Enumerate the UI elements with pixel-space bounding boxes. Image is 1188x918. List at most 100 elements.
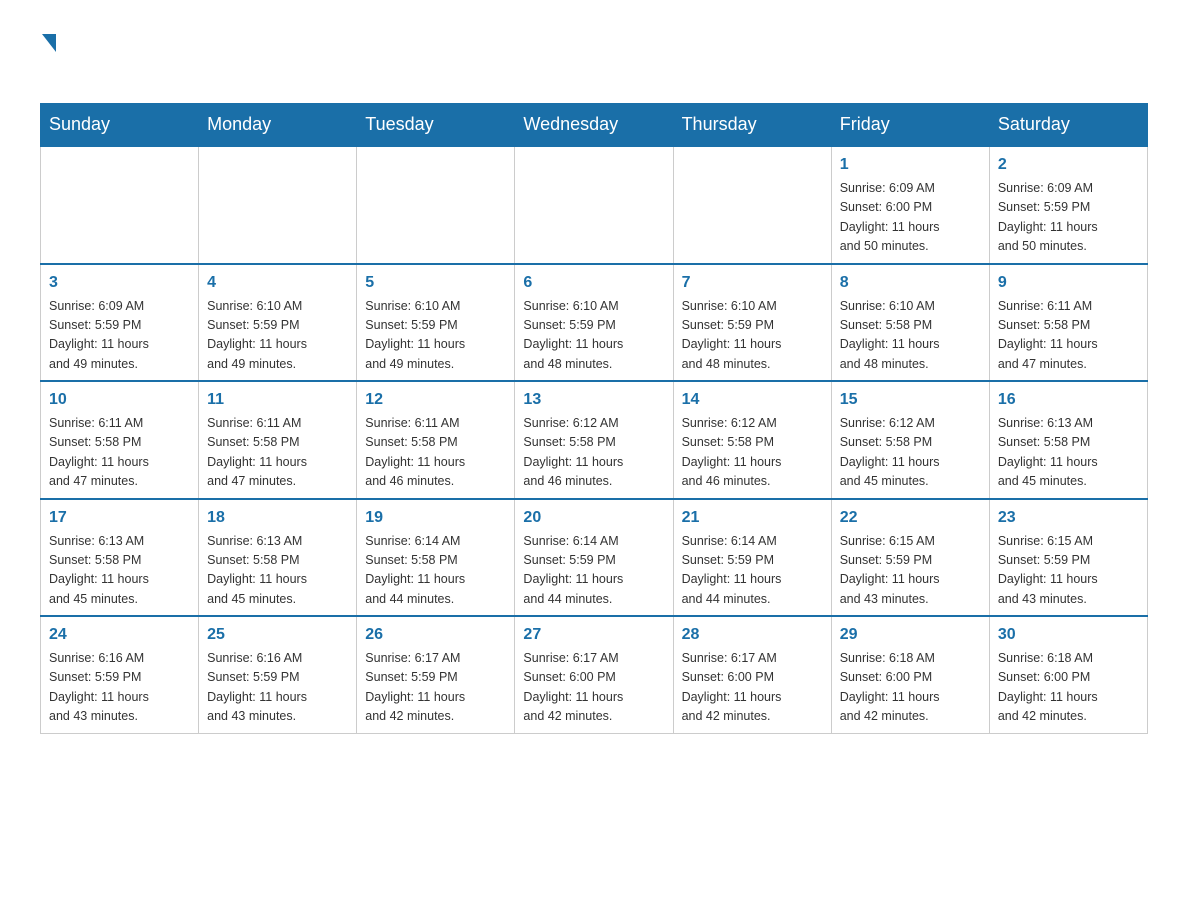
day-number: 9 xyxy=(998,271,1139,295)
calendar-cell: 9Sunrise: 6:11 AMSunset: 5:58 PMDaylight… xyxy=(989,264,1147,382)
day-info: Sunrise: 6:12 AMSunset: 5:58 PMDaylight:… xyxy=(523,414,664,492)
day-info: Sunrise: 6:15 AMSunset: 5:59 PMDaylight:… xyxy=(840,532,981,610)
day-info: Sunrise: 6:13 AMSunset: 5:58 PMDaylight:… xyxy=(207,532,348,610)
calendar-cell: 25Sunrise: 6:16 AMSunset: 5:59 PMDayligh… xyxy=(199,616,357,733)
calendar-cell: 13Sunrise: 6:12 AMSunset: 5:58 PMDayligh… xyxy=(515,381,673,499)
calendar-cell xyxy=(199,146,357,264)
calendar-cell: 4Sunrise: 6:10 AMSunset: 5:59 PMDaylight… xyxy=(199,264,357,382)
day-number: 12 xyxy=(365,388,506,412)
calendar-cell: 17Sunrise: 6:13 AMSunset: 5:58 PMDayligh… xyxy=(41,499,199,617)
column-header-monday: Monday xyxy=(199,104,357,147)
calendar-cell: 27Sunrise: 6:17 AMSunset: 6:00 PMDayligh… xyxy=(515,616,673,733)
calendar-cell: 3Sunrise: 6:09 AMSunset: 5:59 PMDaylight… xyxy=(41,264,199,382)
column-header-thursday: Thursday xyxy=(673,104,831,147)
calendar-cell xyxy=(41,146,199,264)
calendar-cell: 21Sunrise: 6:14 AMSunset: 5:59 PMDayligh… xyxy=(673,499,831,617)
logo-arrow-icon xyxy=(42,34,56,52)
calendar-cell: 6Sunrise: 6:10 AMSunset: 5:59 PMDaylight… xyxy=(515,264,673,382)
day-number: 25 xyxy=(207,623,348,647)
calendar-cell: 19Sunrise: 6:14 AMSunset: 5:58 PMDayligh… xyxy=(357,499,515,617)
day-number: 29 xyxy=(840,623,981,647)
day-info: Sunrise: 6:12 AMSunset: 5:58 PMDaylight:… xyxy=(682,414,823,492)
day-info: Sunrise: 6:14 AMSunset: 5:59 PMDaylight:… xyxy=(682,532,823,610)
column-header-sunday: Sunday xyxy=(41,104,199,147)
day-info: Sunrise: 6:16 AMSunset: 5:59 PMDaylight:… xyxy=(49,649,190,727)
calendar-cell: 23Sunrise: 6:15 AMSunset: 5:59 PMDayligh… xyxy=(989,499,1147,617)
day-number: 4 xyxy=(207,271,348,295)
calendar-cell: 26Sunrise: 6:17 AMSunset: 5:59 PMDayligh… xyxy=(357,616,515,733)
day-number: 21 xyxy=(682,506,823,530)
day-info: Sunrise: 6:12 AMSunset: 5:58 PMDaylight:… xyxy=(840,414,981,492)
day-number: 13 xyxy=(523,388,664,412)
day-info: Sunrise: 6:18 AMSunset: 6:00 PMDaylight:… xyxy=(998,649,1139,727)
day-number: 26 xyxy=(365,623,506,647)
day-info: Sunrise: 6:17 AMSunset: 6:00 PMDaylight:… xyxy=(523,649,664,727)
day-number: 5 xyxy=(365,271,506,295)
week-row-4: 17 Sunrise: 6:13 AMSunset: 5:58 PMDayligh… xyxy=(41,499,1148,617)
day-info: Sunrise: 6:14 AMSunset: 5:58 PMDaylight:… xyxy=(365,532,506,610)
calendar-header-row: SundayMondayTuesdayWednesdayThursdayFrid… xyxy=(41,104,1148,147)
calendar-cell xyxy=(515,146,673,264)
day-info: Sunrise: 6:10 AMSunset: 5:59 PMDaylight:… xyxy=(365,297,506,375)
day-number: 2 xyxy=(998,153,1139,177)
day-number: 15 xyxy=(840,388,981,412)
calendar-cell: 15Sunrise: 6:12 AMSunset: 5:58 PMDayligh… xyxy=(831,381,989,499)
calendar-cell: 10Sunrise: 6:11 AMSunset: 5:58 PMDayligh… xyxy=(41,381,199,499)
calendar-cell: 8Sunrise: 6:10 AMSunset: 5:58 PMDaylight… xyxy=(831,264,989,382)
day-number: 16 xyxy=(998,388,1139,412)
calendar-cell: 29Sunrise: 6:18 AMSunset: 6:00 PMDayligh… xyxy=(831,616,989,733)
day-info: Sunrise: 6:10 AMSunset: 5:58 PMDaylight:… xyxy=(840,297,981,375)
day-number: 27 xyxy=(523,623,664,647)
week-row-3: 10Sunrise: 6:11 AMSunset: 5:58 PMDayligh… xyxy=(41,381,1148,499)
day-info: Sunrise: 6:16 AMSunset: 5:59 PMDaylight:… xyxy=(207,649,348,727)
day-number: 20 xyxy=(523,506,664,530)
day-info: Sunrise: 6:09 AMSunset: 5:59 PMDaylight:… xyxy=(998,179,1139,257)
page-header xyxy=(40,30,1148,83)
day-info: Sunrise: 6:10 AMSunset: 5:59 PMDaylight:… xyxy=(207,297,348,375)
calendar-cell: 18Sunrise: 6:13 AMSunset: 5:58 PMDayligh… xyxy=(199,499,357,617)
day-info: Sunrise: 6:18 AMSunset: 6:00 PMDaylight:… xyxy=(840,649,981,727)
day-info: Sunrise: 6:10 AMSunset: 5:59 PMDaylight:… xyxy=(682,297,823,375)
day-info: Sunrise: 6:10 AMSunset: 5:59 PMDaylight:… xyxy=(523,297,664,375)
calendar-table: SundayMondayTuesdayWednesdayThursdayFrid… xyxy=(40,103,1148,734)
day-number: 17 xyxy=(49,506,190,530)
day-number: 24 xyxy=(49,623,190,647)
day-number: 3 xyxy=(49,271,190,295)
calendar-cell: 16Sunrise: 6:13 AMSunset: 5:58 PMDayligh… xyxy=(989,381,1147,499)
column-header-friday: Friday xyxy=(831,104,989,147)
day-number: 8 xyxy=(840,271,981,295)
day-info: Sunrise: 6:15 AMSunset: 5:59 PMDaylight:… xyxy=(998,532,1139,610)
calendar-cell: 1Sunrise: 6:09 AMSunset: 6:00 PMDaylight… xyxy=(831,146,989,264)
calendar-cell: 28Sunrise: 6:17 AMSunset: 6:00 PMDayligh… xyxy=(673,616,831,733)
week-row-2: 3Sunrise: 6:09 AMSunset: 5:59 PMDaylight… xyxy=(41,264,1148,382)
day-number: 1 xyxy=(840,153,981,177)
day-number: 28 xyxy=(682,623,823,647)
day-number: 6 xyxy=(523,271,664,295)
day-info: Sunrise: 6:17 AMSunset: 5:59 PMDaylight:… xyxy=(365,649,506,727)
calendar-cell: 2Sunrise: 6:09 AMSunset: 5:59 PMDaylight… xyxy=(989,146,1147,264)
day-number: 7 xyxy=(682,271,823,295)
calendar-cell: 7Sunrise: 6:10 AMSunset: 5:59 PMDaylight… xyxy=(673,264,831,382)
day-info: Sunrise: 6:11 AMSunset: 5:58 PMDaylight:… xyxy=(49,414,190,492)
calendar-cell: 11Sunrise: 6:11 AMSunset: 5:58 PMDayligh… xyxy=(199,381,357,499)
calendar-cell: 14Sunrise: 6:12 AMSunset: 5:58 PMDayligh… xyxy=(673,381,831,499)
day-info: Sunrise: 6:11 AMSunset: 5:58 PMDaylight:… xyxy=(207,414,348,492)
calendar-cell: 24Sunrise: 6:16 AMSunset: 5:59 PMDayligh… xyxy=(41,616,199,733)
calendar-cell: 20Sunrise: 6:14 AMSunset: 5:59 PMDayligh… xyxy=(515,499,673,617)
day-info: Sunrise: 6:09 AMSunset: 6:00 PMDaylight:… xyxy=(840,179,981,257)
calendar-cell: 22Sunrise: 6:15 AMSunset: 5:59 PMDayligh… xyxy=(831,499,989,617)
day-number: 19 xyxy=(365,506,506,530)
week-row-5: 24Sunrise: 6:16 AMSunset: 5:59 PMDayligh… xyxy=(41,616,1148,733)
day-info: Sunrise: 6:11 AMSunset: 5:58 PMDaylight:… xyxy=(365,414,506,492)
logo xyxy=(40,30,56,83)
day-number: 30 xyxy=(998,623,1139,647)
day-info: Sunrise: 6:11 AMSunset: 5:58 PMDaylight:… xyxy=(998,297,1139,375)
calendar-cell xyxy=(673,146,831,264)
column-header-wednesday: Wednesday xyxy=(515,104,673,147)
day-number: 18 xyxy=(207,506,348,530)
week-row-1: 1Sunrise: 6:09 AMSunset: 6:00 PMDaylight… xyxy=(41,146,1148,264)
day-number: 11 xyxy=(207,388,348,412)
column-header-tuesday: Tuesday xyxy=(357,104,515,147)
day-number: 22 xyxy=(840,506,981,530)
calendar-cell xyxy=(357,146,515,264)
